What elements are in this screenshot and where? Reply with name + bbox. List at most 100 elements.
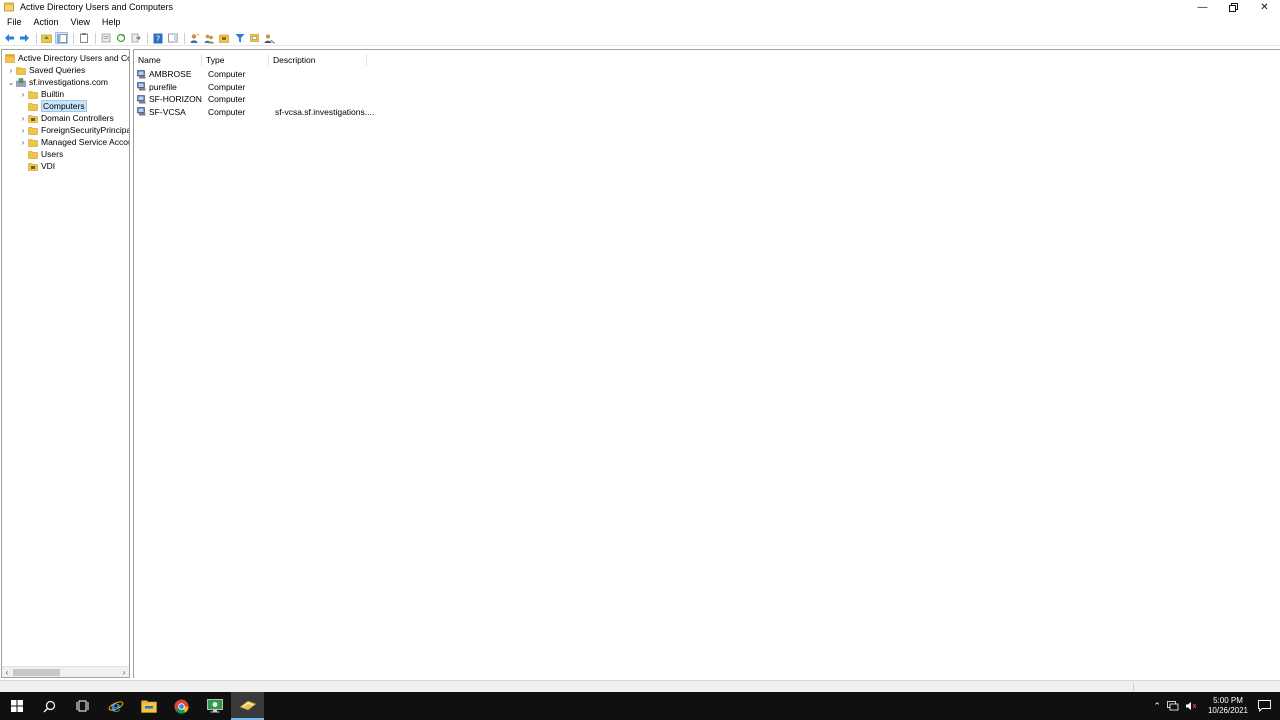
minimize-button[interactable]: — [1187,0,1218,14]
collapse-chevron-icon[interactable]: ⌄ [6,78,16,87]
new-user-button[interactable] [188,32,201,44]
window-controls: — ✕ [1187,0,1280,14]
new-ou-icon [219,34,229,43]
windows-logo-icon [10,700,23,712]
ou-icon [28,162,38,171]
add-to-group-button[interactable] [263,32,276,44]
tree-item-users[interactable]: Users [18,148,63,160]
computer-icon [137,82,146,91]
add-to-group-icon [264,34,275,44]
remote-desktop-icon [206,699,223,713]
chrome-taskbar-button[interactable] [165,692,198,720]
find-button[interactable] [248,32,261,44]
tree-item-label: VDI [41,161,56,171]
forward-button[interactable] [18,32,31,44]
table-row[interactable]: SF-VCSA Computer sf-vcsa.sf.investigations… [137,106,437,118]
back-button[interactable] [3,32,16,44]
expand-chevron-icon[interactable]: › [6,66,16,75]
menu-view[interactable]: View [71,17,90,27]
new-group-button[interactable] [203,32,216,44]
column-header-type[interactable]: Type [202,54,269,66]
properties-icon [101,33,110,43]
filter-button[interactable] [233,32,246,44]
delete-button[interactable] [77,32,90,44]
expand-chevron-icon[interactable]: › [18,114,28,123]
toolbar-separator [147,32,148,44]
scroll-thumb[interactable] [13,669,60,676]
cell-name: AMBROSE [149,69,192,79]
search-button[interactable] [33,692,66,720]
show-hide-console-tree-button[interactable] [55,32,68,44]
internet-explorer-icon: e [108,698,123,714]
console-tree[interactable]: Active Directory Users and Com › Saved Que… [1,49,130,678]
refresh-button[interactable] [114,32,127,44]
restore-button[interactable] [1218,0,1249,14]
console-tree-icon [56,33,67,43]
scroll-right-arrow-icon[interactable]: › [119,667,129,677]
cell-name: SF-HORIZON [149,94,202,104]
tree-item-active-directory-users-and-com[interactable]: Active Directory Users and Com [3,52,129,64]
new-ou-button[interactable] [218,32,231,44]
table-row[interactable]: purefile Computer [137,81,437,93]
restore-icon [1229,2,1238,12]
export-list-button[interactable] [129,32,142,44]
file-explorer-icon [140,700,157,713]
tree-item-builtin[interactable]: › Builtin [18,88,65,100]
table-row[interactable]: SF-HORIZON Computer [137,93,437,105]
tree-item-saved-queries[interactable]: › Saved Queries [6,64,86,76]
file-explorer-taskbar-button[interactable] [132,692,165,720]
cell-name: SF-VCSA [149,106,186,117]
clock-time: 5:00 PM [1213,696,1243,705]
new-user-icon [190,32,200,43]
domain-icon [16,77,26,87]
tree-item-sf-investigations-com[interactable]: ⌄ sf.investigations.com [6,76,108,88]
tree-item-domain-controllers[interactable]: › Domain Controllers [18,112,114,124]
column-header-name[interactable]: Name [134,54,202,66]
start-button[interactable] [0,692,33,720]
network-icon[interactable] [1167,701,1179,711]
menu-help[interactable]: Help [102,17,121,27]
cell-type: Computer [208,106,246,117]
tree-item-foreignsecurityprincipals[interactable]: › ForeignSecurityPrincipals [18,124,129,136]
tree-item-managed-service-accour[interactable]: › Managed Service Accour [18,136,129,148]
new-group-icon [204,34,214,43]
back-arrow-icon [5,34,14,42]
tree-item-computers[interactable]: Computers [18,100,87,112]
show-action-pane-button[interactable] [166,32,179,44]
menu-file[interactable]: File [7,17,22,27]
clipboard-icon [79,33,88,43]
tree-item-vdi[interactable]: VDI [18,160,55,172]
folder-icon [28,126,38,135]
aduc-taskbar-icon [238,700,257,711]
folder-icon [28,90,38,99]
cell-name: purefile [149,81,177,92]
filter-icon [235,34,244,43]
expand-chevron-icon[interactable]: › [18,90,28,99]
show-hidden-icons-chevron-up-icon[interactable]: ⌃ [1153,701,1161,712]
computer-icon [137,69,146,78]
properties-button[interactable] [99,32,112,44]
task-view-button[interactable] [66,692,99,720]
taskbar-clock[interactable]: 5:00 PM 10/26/2021 [1208,696,1248,716]
expand-chevron-icon[interactable]: › [18,138,28,147]
close-icon: ✕ [1260,1,1269,13]
help-icon: ? [153,33,162,43]
menu-action[interactable]: Action [34,17,59,27]
internet-explorer-taskbar-button[interactable]: e [99,692,132,720]
scroll-left-arrow-icon[interactable]: ‹ [2,667,12,677]
volume-muted-icon[interactable] [1185,701,1197,711]
aduc-taskbar-button[interactable] [231,692,264,720]
tree-horizontal-scrollbar[interactable]: ‹ › [2,666,129,677]
help-button[interactable]: ? [151,32,164,44]
table-row[interactable]: AMBROSE Computer [137,68,437,80]
expand-chevron-icon[interactable]: › [18,126,28,135]
remote-desktop-taskbar-button[interactable] [198,692,231,720]
notification-center-icon[interactable] [1258,700,1272,712]
column-header-description[interactable]: Description [269,54,367,66]
details-pane[interactable]: Name Type Description AMBROSE Computer pur… [133,49,1280,678]
close-button[interactable]: ✕ [1249,0,1280,14]
tree-item-label: Users [41,149,64,159]
computer-icon [137,94,146,103]
up-level-button[interactable] [40,32,53,44]
search-icon [43,700,56,712]
